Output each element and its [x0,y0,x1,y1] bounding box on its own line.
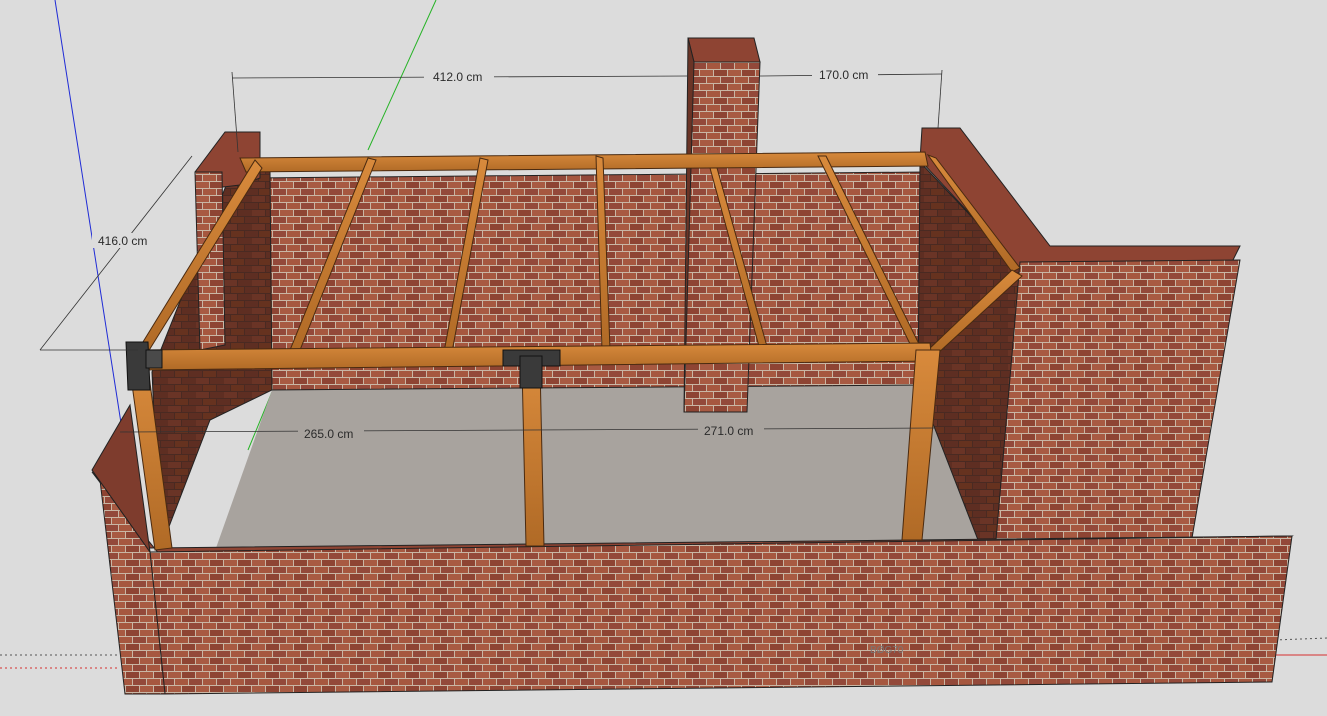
front-wall-faint-label: BØG70 [870,645,904,656]
dim-label-265[interactable]: 265.0 cm [304,427,353,441]
middle-post [521,365,545,547]
right-outer-wall [995,259,1241,541]
concrete-floor [216,385,978,548]
dim-label-170[interactable]: 170.0 cm [819,68,868,82]
blue-axis [54,0,127,456]
middle-bracket [519,355,543,389]
ground-dotted [1274,637,1327,641]
dim-label-412[interactable]: 412.0 cm [433,70,482,84]
dim-label-416[interactable]: 416.0 cm [98,234,147,248]
dim-label-271[interactable]: 271.0 cm [704,424,753,438]
modeling-viewport[interactable]: 412.0 cm 170.0 cm 416.0 cm 265.0 cm 271.… [0,0,1327,716]
left-bracket-plate [145,349,163,369]
